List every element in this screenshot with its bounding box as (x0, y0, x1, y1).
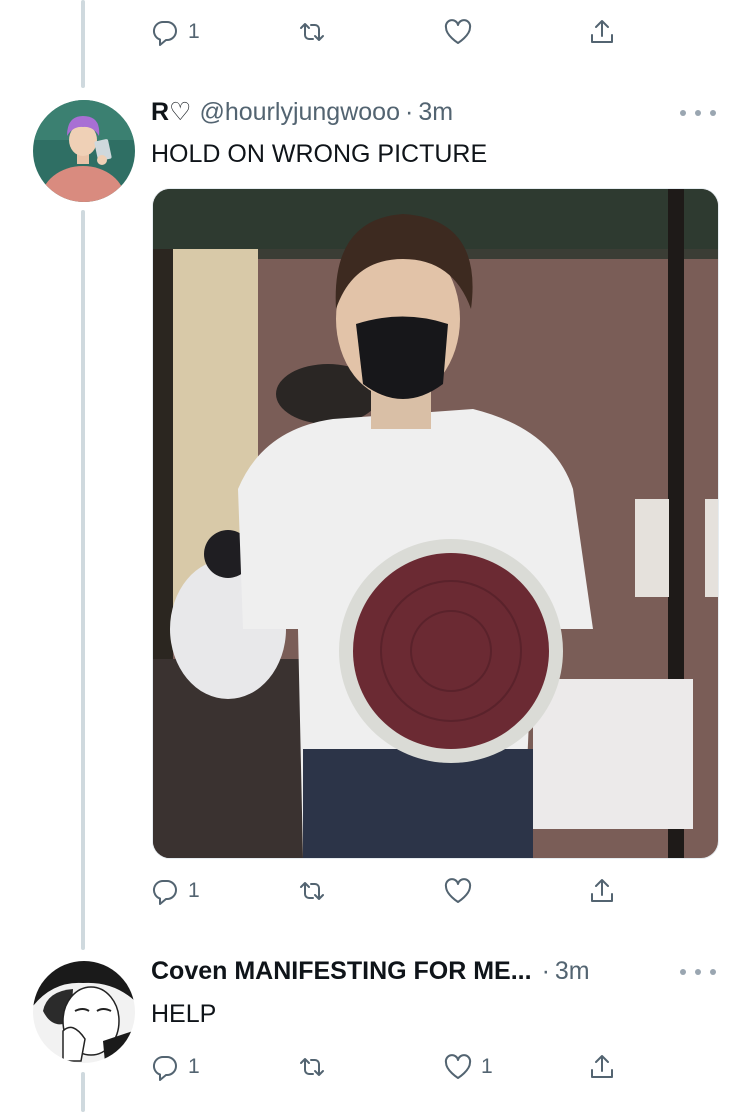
share-icon (591, 20, 613, 43)
reply-button[interactable]: 1 (150, 12, 200, 52)
retweet-icon (300, 882, 324, 900)
share-icon (591, 879, 613, 902)
action-bar-top: 1 (150, 12, 640, 52)
more-icon (680, 110, 686, 116)
more-icon (680, 969, 686, 975)
reply-count: 1 (188, 20, 200, 43)
avatar[interactable] (33, 100, 135, 202)
reply-icon (152, 1055, 177, 1081)
reply-count: 1 (188, 879, 200, 902)
like-icon (444, 878, 472, 903)
like-button[interactable] (443, 12, 481, 52)
reply-button[interactable]: 1 (150, 1047, 200, 1087)
timestamp[interactable]: 3m (418, 98, 453, 127)
like-count: 1 (481, 1055, 493, 1078)
action-bar: 1 (150, 871, 640, 911)
timestamp[interactable]: 3m (555, 957, 590, 986)
avatar-image (33, 961, 135, 1063)
like-button[interactable] (443, 871, 481, 911)
avatar-image (33, 100, 135, 202)
retweet-button[interactable] (297, 1047, 335, 1087)
tweet-text: HELP (151, 1000, 217, 1028)
share-button[interactable] (587, 1047, 617, 1087)
reply-icon (152, 20, 177, 46)
thread-line-middle (81, 210, 85, 950)
thread-line-bottom (81, 1072, 85, 1112)
retweet-button[interactable] (297, 12, 335, 52)
display-name[interactable]: R♡ (151, 97, 191, 127)
share-icon (591, 1055, 613, 1078)
retweet-button[interactable] (297, 871, 335, 911)
more-button[interactable] (680, 962, 716, 982)
separator-dot: · (541, 957, 550, 985)
action-bar: 1 1 (150, 1047, 640, 1087)
share-button[interactable] (587, 871, 617, 911)
user-handle[interactable]: @hourlyjungwooo (199, 98, 400, 127)
media-photo (153, 189, 718, 858)
tweet-text: HOLD ON WRONG PICTURE (151, 140, 488, 168)
retweet-icon (300, 23, 324, 41)
avatar[interactable] (33, 961, 135, 1063)
tweet-media[interactable] (152, 188, 719, 859)
separator-dot: · (404, 98, 414, 126)
reply-count: 1 (188, 1055, 200, 1078)
tweet-header: R♡ @hourlyjungwooo · 3m (151, 97, 453, 131)
reply-icon (152, 879, 177, 905)
like-button[interactable]: 1 (443, 1047, 493, 1087)
thread-line-top (81, 0, 85, 88)
display-name[interactable]: Coven MANIFESTING FOR ME... (151, 957, 532, 986)
retweet-icon (300, 1058, 324, 1076)
share-button[interactable] (587, 12, 617, 52)
more-button[interactable] (680, 103, 716, 123)
tweet-header: Coven MANIFESTING FOR ME... · 3m (151, 957, 590, 991)
like-icon (444, 19, 472, 44)
reply-button[interactable]: 1 (150, 871, 200, 911)
like-icon (444, 1054, 472, 1079)
